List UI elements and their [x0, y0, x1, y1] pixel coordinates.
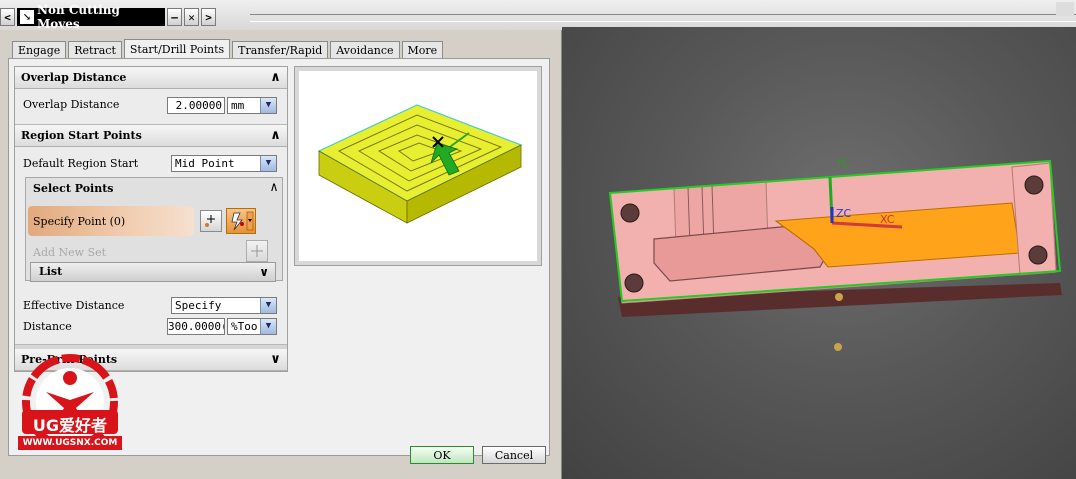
select-points-title: Select Points — [33, 182, 114, 195]
effective-distance-value: Specify — [175, 299, 222, 312]
overlap-section-header[interactable]: Overlap Distance ∧ — [15, 67, 287, 89]
chevron-down-icon: ▼ — [260, 98, 276, 113]
dialog-title-text: Non Cutting Moves — [37, 3, 120, 31]
hole-3 — [1024, 175, 1044, 195]
dialog-title: ↘ Non Cutting Moves — [17, 3, 165, 31]
cancel-button[interactable]: Cancel — [482, 446, 546, 464]
options-column: Overlap Distance ∧ Overlap Distance 2.00… — [14, 66, 288, 372]
overlap-section-body: Overlap Distance 2.00000 mm ▼ — [15, 89, 287, 125]
pin-icon[interactable]: ↘ — [20, 10, 34, 24]
chevron-up-icon[interactable]: ∧ — [268, 69, 283, 86]
dialog-titlebar: < ↘ Non Cutting Moves — ✕ > — [0, 3, 246, 31]
watermark-brand: UG爱好者 — [32, 416, 108, 435]
back-icon: < — [4, 10, 11, 24]
tab-engage[interactable]: Engage — [12, 41, 67, 58]
axis-label-xc: XC — [880, 213, 895, 226]
part-model — [608, 159, 1062, 351]
add-set-icon[interactable] — [246, 240, 268, 262]
back-button[interactable]: < — [0, 8, 15, 26]
chevron-down-icon: ▼ — [260, 319, 276, 334]
hole-4 — [1028, 245, 1048, 265]
chevron-down-icon[interactable]: ∨ — [268, 351, 283, 368]
toolbar-divider — [250, 14, 1076, 22]
overlap-unit-value: mm — [231, 99, 245, 112]
tab-strip: Engage Retract Start/Drill Points Transf… — [12, 39, 445, 59]
graphics-viewport[interactable]: YC ZC XC — [562, 27, 1076, 479]
marker-sphere-2 — [834, 343, 842, 351]
add-new-set-label: Add New Set — [33, 246, 107, 259]
distance-label: Distance — [23, 320, 72, 333]
list-label: List — [39, 265, 63, 278]
axis-label-zc: ZC — [836, 207, 852, 220]
overlap-unit-dropdown[interactable]: mm ▼ — [227, 97, 277, 114]
viewport-corner-button[interactable] — [1056, 2, 1074, 16]
ok-button[interactable]: OK — [410, 446, 474, 464]
point-constructor-icon[interactable] — [200, 210, 222, 232]
chevron-up-icon[interactable]: ∧ — [268, 127, 283, 144]
hole-1 — [620, 203, 640, 223]
tab-more[interactable]: More — [401, 41, 444, 58]
default-region-start-label: Default Region Start — [23, 157, 139, 170]
hole-2 — [624, 273, 644, 293]
select-points-group: Select Points ∧ Specify Point (0) Add Ne… — [25, 177, 283, 282]
minimize-button[interactable]: — — [167, 8, 182, 26]
overlap-distance-input[interactable]: 2.00000 — [167, 97, 225, 114]
tab-avoidance[interactable]: Avoidance — [330, 41, 400, 58]
distance-input[interactable]: 300.0000( — [167, 318, 225, 335]
region-start-section-body: Default Region Start Mid Point ▼ Select … — [15, 147, 287, 345]
preview-frame — [294, 66, 542, 266]
forward-icon: > — [205, 10, 212, 24]
chevron-down-icon: ∨ — [259, 265, 269, 279]
overlap-section-title: Overlap Distance — [21, 71, 127, 84]
close-icon: ✕ — [188, 10, 195, 24]
specify-point-row[interactable]: Specify Point (0) — [28, 206, 194, 236]
chevron-up-icon[interactable]: ∧ — [270, 180, 278, 195]
chevron-down-icon: ▼ — [260, 156, 276, 171]
default-region-start-value: Mid Point — [175, 157, 235, 170]
tab-transfer-rapid[interactable]: Transfer/Rapid — [232, 41, 329, 58]
effective-distance-dropdown[interactable]: Specify ▼ — [171, 297, 277, 314]
watermark-url: WWW.UGSNX.COM — [22, 438, 118, 448]
region-start-section-header[interactable]: Region Start Points ∧ — [15, 125, 287, 147]
forward-button[interactable]: > — [201, 8, 216, 26]
default-region-start-dropdown[interactable]: Mid Point ▼ — [171, 155, 277, 172]
tab-retract[interactable]: Retract — [68, 41, 122, 58]
list-toggle[interactable]: List ∨ — [30, 262, 276, 282]
specify-point-label: Specify Point (0) — [33, 215, 126, 228]
tab-start-drill-points[interactable]: Start/Drill Points — [123, 39, 231, 58]
preview-image — [299, 71, 537, 261]
inferred-point-icon[interactable] — [226, 208, 256, 234]
minimize-icon: — — [171, 10, 178, 24]
axis-label-yc: YC — [836, 157, 850, 170]
effective-distance-label: Effective Distance — [23, 299, 125, 312]
marker-sphere-1 — [835, 293, 843, 301]
distance-unit-dropdown[interactable]: %Too: ▼ — [227, 318, 277, 335]
chevron-down-icon: ▼ — [260, 298, 276, 313]
region-start-section-title: Region Start Points — [21, 129, 142, 142]
close-button[interactable]: ✕ — [184, 8, 199, 26]
overlap-distance-label: Overlap Distance — [23, 98, 120, 111]
ug-watermark-logo: UG爱好者 WWW.UGSNX.COM — [10, 352, 130, 474]
